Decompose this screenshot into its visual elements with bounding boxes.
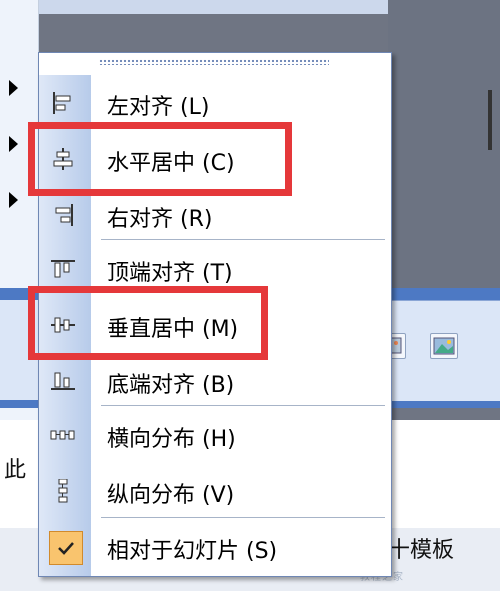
template-label: 十模板 — [388, 538, 455, 563]
menu-separator — [101, 517, 385, 518]
submenu-arrow-icon[interactable] — [9, 136, 18, 152]
menu-separator — [101, 405, 385, 406]
highlight-box-middle — [28, 286, 268, 360]
align-bottom-icon — [50, 369, 76, 393]
highlight-box-center — [28, 122, 292, 196]
distribute-vertical-icon — [50, 478, 76, 503]
checkmark-icon — [49, 531, 83, 565]
menu-item-relative-to-slide[interactable]: 相对于幻灯片 (S) — [39, 521, 391, 573]
submenu-arrow-icon[interactable] — [9, 80, 18, 96]
workspace-area — [388, 0, 500, 300]
menu-item-label: 底端对齐 (B) — [107, 373, 235, 398]
menu-item-label: 纵向分布 (V) — [107, 483, 235, 508]
submenu-arrow-icon[interactable] — [9, 192, 18, 208]
scroll-marker — [488, 90, 492, 150]
align-left-icon — [50, 91, 76, 115]
menu-item-label: 右对齐 (R) — [107, 207, 213, 232]
menu-item-align-right[interactable]: 右对齐 (R) — [39, 189, 391, 241]
menu-item-align-bottom[interactable]: 底端对齐 (B) — [39, 355, 391, 407]
align-right-icon — [50, 203, 76, 227]
background-text: 此 — [4, 458, 27, 483]
menu-item-label: 相对于幻灯片 (S) — [107, 539, 278, 564]
distribute-horizontal-icon — [50, 423, 76, 447]
menu-item-label: 横向分布 (H) — [107, 427, 236, 452]
menu-item-distribute-horizontal[interactable]: 横向分布 (H) — [39, 409, 391, 461]
menu-item-label: 顶端对齐 (T) — [107, 261, 233, 286]
menu-item-distribute-vertical[interactable]: 纵向分布 (V) — [39, 465, 391, 517]
align-top-icon — [50, 257, 76, 281]
menu-separator — [101, 239, 385, 240]
menu-item-label: 左对齐 (L) — [107, 95, 210, 120]
menu-drag-handle[interactable] — [99, 59, 329, 65]
insert-picture-icon[interactable] — [430, 333, 458, 359]
